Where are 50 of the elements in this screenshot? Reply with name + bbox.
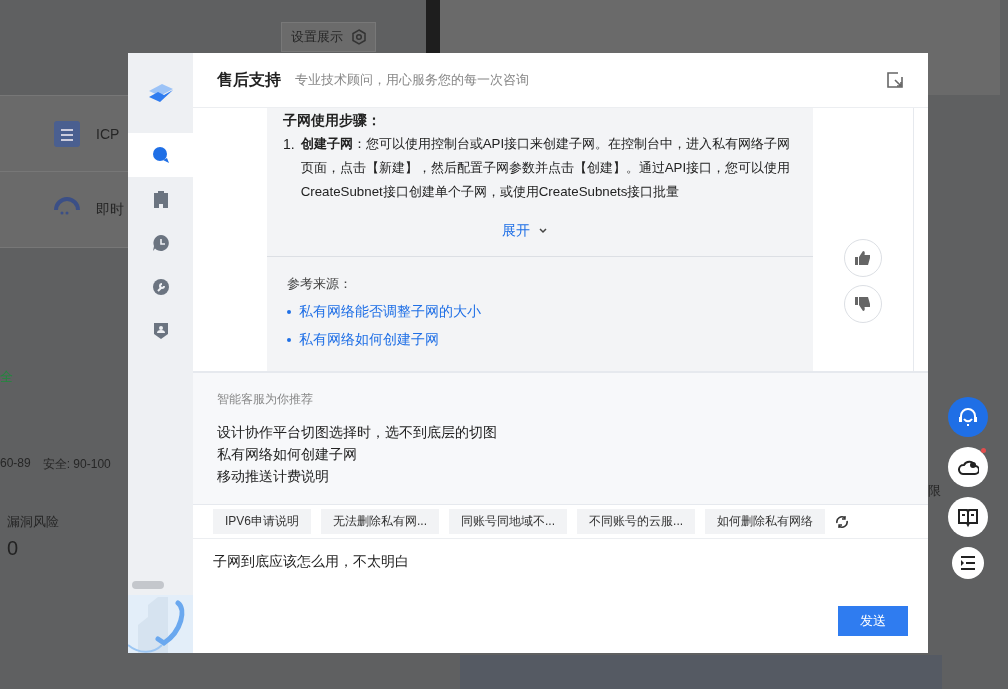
clock-icon [151, 234, 170, 252]
book-button[interactable] [948, 497, 988, 537]
list-button[interactable] [952, 547, 984, 579]
recommended-question[interactable]: 私有网络如何创建子网 [217, 446, 904, 464]
question-chip[interactable]: 无法删除私有网... [321, 509, 440, 534]
step-number: 1. [283, 135, 295, 154]
minimize-icon[interactable] [886, 71, 904, 89]
support-button[interactable] [948, 397, 988, 437]
thumbs-up-icon [854, 249, 872, 267]
source-link[interactable]: 私有网络如何创建子网 [299, 331, 439, 349]
metric-value: 0 [7, 537, 20, 560]
tile-label: ICP [96, 125, 120, 142]
recommended-question[interactable]: 移动推送计费说明 [217, 468, 904, 486]
list-icon [959, 554, 977, 572]
dialog-title: 售后支持 [217, 69, 281, 90]
source-link[interactable]: 私有网络能否调整子网的大小 [299, 303, 481, 321]
like-button[interactable] [844, 239, 882, 277]
status-text: 全 [0, 368, 14, 386]
sources-label: 参考来源： [287, 275, 353, 293]
document-icon [52, 118, 82, 149]
clipboard-icon [151, 190, 170, 208]
thumbs-down-icon [854, 295, 872, 313]
step-text: 创建子网：您可以使用控制台或API接口来创建子网。在控制台中，进入私有网络子网页面，点击【新建】，然后配置子网参数并点击【创建】。通过API接口，您可以使用CreateSubnet接口创建单个子网，或使用CreateSubnets接口批量 [300, 135, 791, 201]
score-range: 60-89 [0, 456, 31, 472]
tile-label: 即时 [96, 200, 124, 219]
refresh-icon[interactable] [835, 514, 850, 529]
recommended-question[interactable]: 设计协作平台切图选择时，选不到底层的切图 [217, 424, 904, 442]
wrench-icon [151, 278, 170, 296]
book-icon [957, 506, 979, 528]
dislike-button[interactable] [844, 285, 882, 323]
answer-heading: 子网使用步骤： [283, 111, 382, 130]
question-chip[interactable]: 如何删除私有网络 [705, 509, 826, 534]
side-text: 限 [928, 482, 941, 500]
chevron-down-icon [538, 226, 548, 236]
question-chip[interactable]: 同账号同地域不... [449, 509, 568, 534]
question-chip[interactable]: 不同账号的云服... [577, 509, 696, 534]
question-chip[interactable]: IPV6申请说明 [213, 509, 311, 534]
shield-icon [151, 322, 170, 340]
scrollbar-thumb[interactable] [132, 581, 164, 589]
expand-link[interactable]: 展开 [496, 221, 554, 241]
nav-tab[interactable] [128, 133, 193, 177]
recommend-title: 智能客服为你推荐 [217, 391, 314, 408]
send-button[interactable]: 发送 [838, 606, 908, 636]
bullet-icon [287, 310, 291, 314]
gear-icon [350, 29, 367, 45]
bullet-icon [287, 338, 291, 342]
chat-icon [151, 146, 170, 164]
headset-icon [957, 406, 979, 428]
dialog-subtitle: 专业技术顾问，用心服务您的每一次咨询 [295, 71, 529, 89]
cloud-button[interactable] [948, 447, 988, 487]
